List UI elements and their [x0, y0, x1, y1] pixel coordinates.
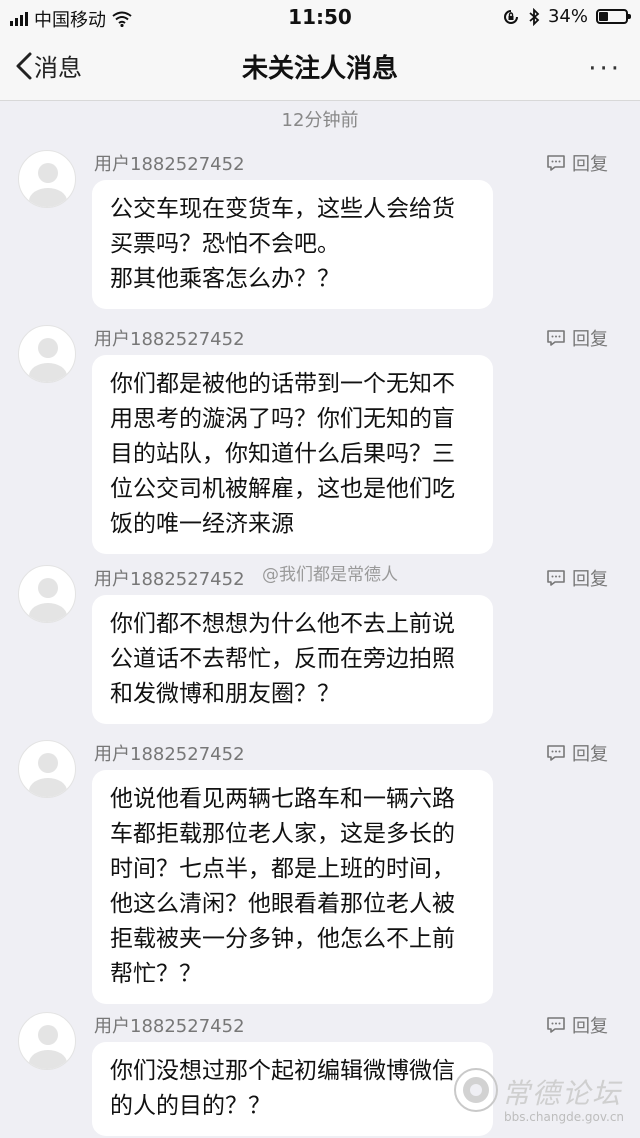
weibo-watermark: @我们都是常德人 — [262, 565, 398, 585]
reply-label: 回复 — [572, 329, 608, 350]
message-bubble: 他说他看见两辆七路车和一辆六路 车都拒载那位老人家，这是多长的 时间？七点半，都… — [92, 770, 493, 1004]
message-bubble: 你们都不想想为什么他不去上前说 公道话不去帮忙，反而在旁边拍照 和发微博和朋友圈… — [92, 595, 493, 724]
avatar[interactable] — [18, 565, 76, 623]
avatar[interactable] — [18, 1012, 76, 1070]
orientation-lock-icon — [504, 9, 518, 24]
reply-label: 回复 — [572, 154, 608, 175]
forum-seal-icon — [454, 1068, 498, 1112]
battery-percent: 34% — [547, 6, 588, 27]
forum-logo-url: bbs.changde.gov.cn — [504, 1110, 625, 1124]
status-bar: 中国移动 11:50 34% — [0, 0, 640, 34]
reply-button[interactable]: 回复 — [546, 565, 608, 591]
reply-button[interactable]: 回复 — [546, 150, 608, 176]
avatar[interactable] — [18, 740, 76, 798]
avatar[interactable] — [18, 325, 76, 383]
nav-bar: 消息 未关注人消息 ··· — [0, 34, 640, 101]
battery-icon — [596, 9, 631, 24]
avatar[interactable] — [18, 150, 76, 208]
bluetooth-icon — [529, 7, 540, 26]
reply-button[interactable]: 回复 — [546, 325, 608, 351]
comment-icon — [547, 570, 565, 586]
username[interactable]: 用户1882527452 — [94, 325, 245, 351]
more-options-button[interactable]: ··· — [588, 54, 622, 84]
username[interactable]: 用户1882527452 — [94, 565, 245, 591]
reply-label: 回复 — [572, 1016, 608, 1037]
forum-logo: 常德论坛 bbs.changde.gov.cn — [452, 1066, 625, 1132]
reply-button[interactable]: 回复 — [546, 1012, 608, 1038]
message-bubble: 你们都是被他的话带到一个无知不 用思考的漩涡了吗？你们无知的盲 目的站队，你知道… — [92, 355, 493, 554]
comment-icon — [547, 745, 565, 761]
reply-label: 回复 — [572, 744, 608, 765]
comment-icon — [547, 155, 565, 171]
message-bubble: 公交车现在变货车，这些人会给货 买票吗？恐怕不会吧。 那其他乘客怎么办？？ — [92, 180, 493, 309]
forum-logo-name: 常德论坛 — [502, 1077, 623, 1110]
comment-icon — [547, 330, 565, 346]
username[interactable]: 用户1882527452 — [94, 740, 245, 766]
message-timestamp: 12分钟前 — [281, 110, 359, 131]
page-title: 未关注人消息 — [241, 54, 398, 84]
username[interactable]: 用户1882527452 — [94, 1012, 245, 1038]
reply-label: 回复 — [572, 569, 608, 590]
comment-icon — [547, 1017, 565, 1033]
reply-button[interactable]: 回复 — [546, 740, 608, 766]
username[interactable]: 用户1882527452 — [94, 150, 245, 176]
message-bubble: 你们没想过那个起初编辑微博微信 的人的目的？？ — [92, 1042, 493, 1136]
